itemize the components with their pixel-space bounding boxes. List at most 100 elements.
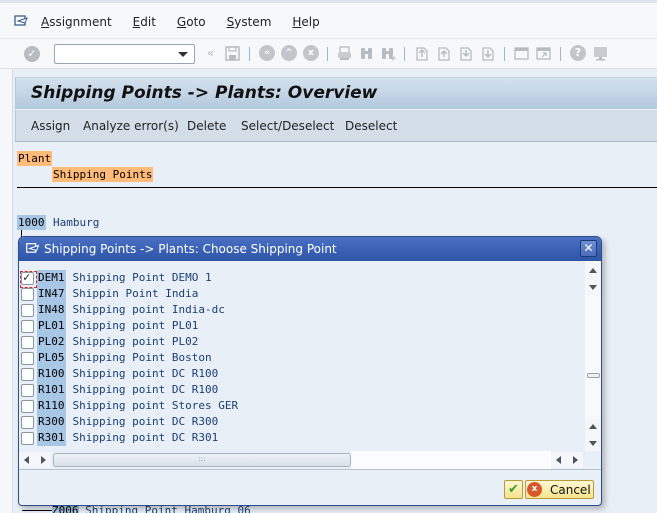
scroll-down-button[interactable] [585, 435, 601, 451]
menu-system[interactable]: System [227, 15, 272, 29]
scroll-left-button[interactable] [19, 452, 35, 468]
cancel-button[interactable]: x Cancel [525, 480, 594, 499]
scroll-right-button[interactable] [567, 452, 583, 468]
scroll-thumb[interactable] [587, 373, 600, 378]
help-icon[interactable]: ? [570, 45, 586, 61]
scroll-up-button[interactable] [585, 263, 601, 279]
assign-button[interactable]: Assign [31, 119, 70, 133]
shipping-point-key: PL05 [37, 350, 66, 366]
last-page-icon[interactable] [479, 45, 496, 62]
shipping-point-key: PL01 [37, 318, 66, 334]
analyze-errors-button[interactable]: Analyze error(s) [83, 119, 179, 133]
menu-bar: Assignment Edit Goto System Help [0, 0, 657, 38]
shipping-point-name: Shipping point PL01 [72, 319, 199, 332]
customize-layout-icon[interactable] [592, 45, 609, 62]
arrow-down-icon [589, 441, 597, 446]
list-item[interactable]: PL01 Shipping point PL01 [21, 318, 198, 334]
row-checkbox[interactable] [21, 383, 34, 397]
shipping-point-key: IN47 [37, 286, 66, 302]
shipping-point-key: IN48 [37, 302, 66, 318]
row-checkbox[interactable] [21, 431, 34, 445]
shipping-point-key: R300 [37, 414, 66, 430]
shipping-point-list: DEM1 Shipping Point DEMO 1 IN47 Shippin … [19, 261, 585, 451]
print-icon[interactable] [336, 45, 353, 62]
list-item[interactable]: R100 Shipping point DC R100 [21, 366, 218, 382]
save-icon[interactable] [224, 45, 241, 62]
system-menu-icon[interactable] [14, 15, 28, 27]
row-checkbox[interactable] [21, 351, 34, 365]
left-edge [0, 0, 13, 513]
list-item[interactable]: R101 Shipping point DC R100 [21, 382, 218, 398]
back-icon[interactable]: « [202, 45, 219, 62]
dialog-title-bar: Shipping Points -> Plants: Choose Shippi… [19, 237, 601, 261]
list-item[interactable]: IN47 Shippin Point India [21, 286, 198, 302]
row-checkbox[interactable] [21, 319, 34, 333]
shipping-point-name: Shipping point India-dc [72, 303, 225, 316]
select-deselect-button[interactable]: Select/Deselect [241, 119, 334, 133]
shipping-point-key: R101 [37, 382, 66, 398]
plant-name: Hamburg [53, 216, 100, 229]
find-next-icon[interactable] [380, 45, 397, 62]
header-shipping-points: Shipping Points [52, 167, 154, 182]
new-session-icon[interactable] [513, 45, 530, 62]
arrow-down-icon [589, 285, 597, 290]
list-item[interactable]: PL05 Shipping Point Boston [21, 350, 212, 366]
toolbar-separator [504, 47, 505, 61]
arrow-up-icon [589, 268, 597, 273]
standard-toolbar: ✓ « « ^ x ? [0, 38, 657, 69]
row-checkbox[interactable] [21, 415, 34, 429]
list-item[interactable]: DEM1 Shipping Point DEMO 1 [20, 270, 212, 288]
row-checkbox[interactable] [21, 287, 34, 301]
menu-assignment[interactable]: Assignment [41, 15, 112, 29]
delete-button[interactable]: Delete [187, 119, 226, 133]
shipping-point-name: Shippin Point India [72, 287, 199, 300]
scroll-right-button[interactable] [35, 452, 51, 468]
menu-edit[interactable]: Edit [133, 15, 156, 29]
row-checkbox[interactable] [20, 270, 37, 288]
scroll-thumb[interactable]: ::: [53, 453, 351, 467]
window-icon [26, 243, 39, 253]
menu-help[interactable]: Help [292, 15, 319, 29]
exit-icon[interactable]: ^ [281, 45, 297, 61]
list-item[interactable]: R301 Shipping point DC R301 [21, 430, 218, 446]
row-checkbox[interactable] [21, 399, 34, 413]
horizontal-scrollbar[interactable]: ::: [19, 451, 601, 469]
toolbar-separator [560, 47, 561, 61]
list-item[interactable]: PL02 Shipping point PL02 [21, 334, 198, 350]
previous-page-icon[interactable] [435, 45, 452, 62]
chevron-down-icon[interactable] [178, 52, 188, 57]
plant-key[interactable]: 1000 [17, 215, 46, 230]
list-item[interactable]: R300 Shipping point DC R300 [21, 414, 218, 430]
close-icon[interactable]: ✕ [580, 240, 597, 257]
row-checkbox[interactable] [21, 367, 34, 381]
list-item[interactable]: IN48 Shipping point India-dc [21, 302, 225, 318]
focus-indicator [20, 270, 37, 288]
shipping-point-key: R100 [37, 366, 66, 382]
scroll-track[interactable] [351, 451, 551, 469]
command-field[interactable] [54, 44, 195, 64]
scroll-down-button[interactable] [585, 279, 601, 295]
menu-goto[interactable]: Goto [177, 15, 206, 29]
next-page-icon[interactable] [457, 45, 474, 62]
header-divider [17, 187, 657, 188]
toolbar-separator [404, 47, 405, 61]
first-page-icon[interactable] [413, 45, 430, 62]
continue-button[interactable]: ✔ [504, 480, 523, 499]
cancel-icon[interactable]: x [303, 45, 319, 61]
enter-icon[interactable]: ✓ [24, 46, 40, 62]
scroll-up-button[interactable] [585, 419, 601, 435]
arrow-right-icon [573, 456, 578, 464]
list-item[interactable]: R110 Shipping point Stores GER [21, 398, 238, 414]
toolbar-separator [249, 47, 250, 61]
find-icon[interactable] [358, 45, 375, 62]
row-checkbox[interactable] [21, 335, 34, 349]
deselect-button[interactable]: Deselect [345, 119, 397, 133]
shortcut-icon[interactable] [535, 45, 552, 62]
scroll-left-button[interactable] [551, 452, 567, 468]
shipping-point-name: Shipping Point Boston [72, 351, 212, 364]
vertical-scrollbar[interactable] [585, 261, 601, 451]
shipping-point-key: DEM1 [37, 270, 66, 286]
back-nav-icon[interactable]: « [259, 45, 275, 61]
application-toolbar: Assign Analyze error(s) Delete Select/De… [15, 109, 657, 142]
row-checkbox[interactable] [21, 303, 34, 317]
